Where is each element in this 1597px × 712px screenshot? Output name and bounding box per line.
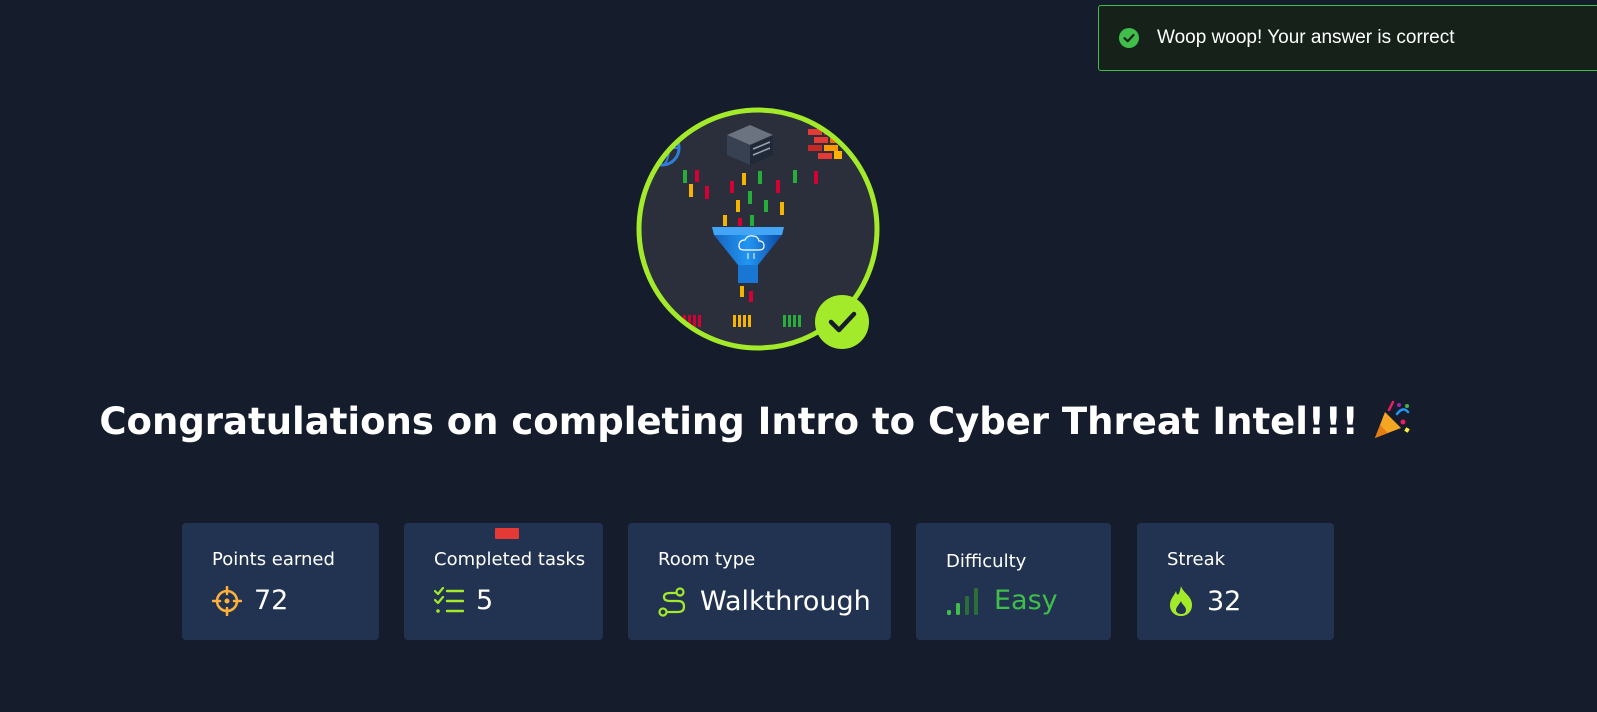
completed-tasks-card: Completed tasks 5 bbox=[404, 523, 603, 640]
signal-bars-icon bbox=[947, 587, 978, 615]
crosshair-icon bbox=[212, 585, 242, 616]
check-circle-icon bbox=[1119, 28, 1139, 48]
toast-message: Woop woop! Your answer is correct bbox=[1157, 27, 1455, 48]
points-earned-value: 72 bbox=[254, 585, 289, 616]
completed-tasks-value: 5 bbox=[476, 585, 494, 616]
points-earned-card: Points earned 72 bbox=[182, 523, 379, 640]
room-type-card: Room type Walkthrough bbox=[628, 523, 891, 640]
task-list-icon bbox=[434, 586, 464, 613]
threat-intel-funnel-image bbox=[636, 107, 880, 351]
red-marker bbox=[495, 528, 519, 539]
difficulty-label: Difficulty bbox=[946, 551, 1027, 572]
completed-tasks-label: Completed tasks bbox=[434, 549, 586, 570]
room-type-label: Room type bbox=[658, 549, 756, 570]
flame-icon bbox=[1170, 586, 1192, 616]
streak-label: Streak bbox=[1167, 549, 1226, 570]
difficulty-card: Difficulty Easy bbox=[916, 523, 1111, 640]
success-toast: Woop woop! Your answer is correct bbox=[1098, 5, 1597, 71]
points-earned-label: Points earned bbox=[212, 549, 335, 570]
party-popper-icon bbox=[1374, 400, 1410, 438]
heading-text: Congratulations on completing Intro to C… bbox=[99, 400, 1359, 443]
room-type-value: Walkthrough bbox=[700, 585, 871, 617]
streak-value: 32 bbox=[1207, 585, 1242, 617]
room-badge bbox=[632, 103, 884, 355]
route-icon bbox=[658, 587, 686, 617]
completion-heading: Congratulations on completing Intro to C… bbox=[0, 400, 1510, 443]
completed-check-icon bbox=[815, 295, 869, 349]
difficulty-value: Easy bbox=[994, 585, 1058, 616]
streak-card: Streak 32 bbox=[1137, 523, 1334, 640]
